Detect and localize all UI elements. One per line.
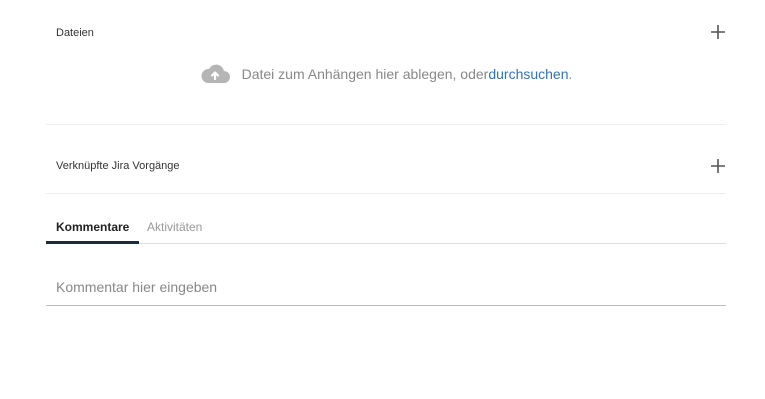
attachments-header: Dateien (46, 24, 726, 44)
activity-tabs: Kommentare Aktivitäten (46, 218, 726, 244)
browse-link[interactable]: durchsuchen (488, 66, 568, 82)
attachment-dropzone[interactable]: Datei zum Anhängen hier ablegen, oder du… (46, 62, 726, 86)
cloud-upload-icon (200, 64, 230, 84)
plus-icon (711, 159, 725, 173)
comment-input[interactable] (46, 268, 726, 306)
dropzone-text: Datei zum Anhängen hier ablegen, oder (241, 66, 489, 82)
divider (46, 193, 726, 194)
add-attachment-button[interactable] (710, 24, 726, 40)
linked-issues-label: Verknüpfte Jira Vorgänge (56, 160, 180, 172)
linked-issues-header: Verknüpfte Jira Vorgänge (46, 158, 726, 178)
dropzone-trailing: . (568, 66, 573, 82)
add-linked-issue-button[interactable] (710, 158, 726, 174)
tab-comments[interactable]: Kommentare (46, 218, 140, 244)
plus-icon (711, 25, 725, 39)
divider (46, 124, 726, 125)
tab-activities[interactable]: Aktivitäten (147, 218, 202, 241)
attachments-label: Dateien (56, 27, 94, 39)
issue-detail-panel: Dateien Datei zum Anhängen hier ablegen,… (0, 0, 765, 399)
